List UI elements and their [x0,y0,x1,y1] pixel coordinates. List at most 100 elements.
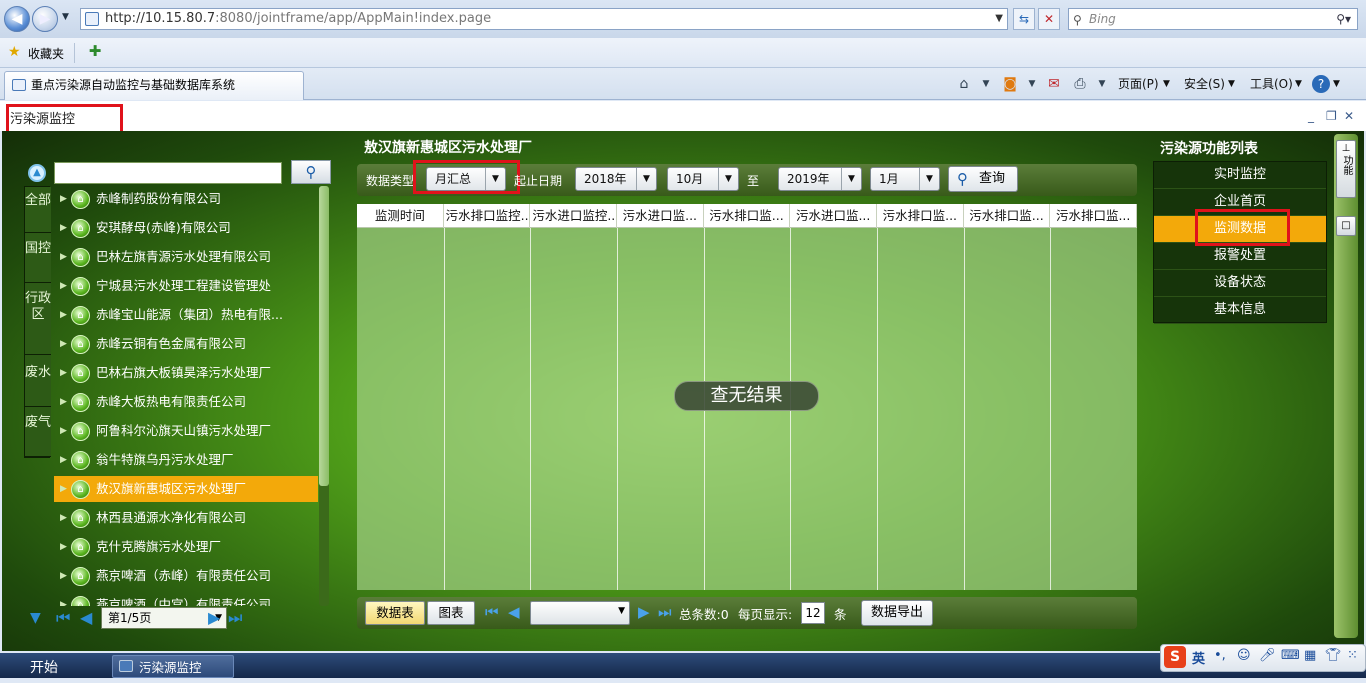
grid-page-select[interactable]: ▼ [530,601,630,625]
column-header[interactable]: 污水排口监... [1050,204,1137,228]
company-item[interactable]: ▶ ⌂ 敖汉旗新惠城区污水处理厂 [54,476,318,502]
expand-arrow-icon[interactable]: ▶ [60,505,67,531]
end-month-select[interactable]: 1月 ▼ [870,167,940,191]
expand-arrow-icon[interactable]: ▶ [60,476,67,502]
company-item[interactable]: ▶ ⌂ 赤峰制药股份有限公司 [54,186,318,212]
tree-search-input[interactable] [54,162,282,184]
function-item[interactable]: 实时监控 [1154,162,1326,189]
category-wastewater[interactable]: 废水 [25,355,51,407]
keyboard-icon[interactable]: ⌨ [1281,648,1300,663]
first-page-icon[interactable]: ⏮ [485,603,499,621]
address-field[interactable]: http://10.15.80.7:8080/jointframe/app/Ap… [80,8,1008,30]
category-all[interactable]: 全部 [25,187,51,233]
export-button[interactable]: 数据导出 [861,600,933,626]
help-icon[interactable]: ? [1312,75,1330,93]
feeds-dropdown-icon[interactable]: ▼ [1022,74,1042,94]
expand-arrow-icon[interactable]: ▶ [60,273,67,299]
history-dropdown-icon[interactable]: ▼ [62,12,69,22]
column-header[interactable]: 污水进口监控... [530,204,617,228]
expand-arrow-icon[interactable]: ▶ [60,534,67,560]
expand-arrow-icon[interactable]: ▶ [60,389,67,415]
company-item[interactable]: ▶ ⌂ 克什克腾旗污水处理厂 [54,534,318,560]
company-item[interactable]: ▶ ⌂ 燕京啤酒（中宫）有限责任公司 [54,592,318,606]
print-dropdown-icon[interactable]: ▼ [1092,74,1112,94]
category-exhaust[interactable]: 废气 [25,407,51,457]
refresh-icon[interactable]: ⇆ [1013,8,1035,30]
per-page-input[interactable]: 12 [801,602,825,624]
search-icon[interactable]: ⚲▾ [1336,9,1351,29]
prev-page-icon[interactable]: ◀ [508,603,520,621]
add-favorite-icon[interactable]: ✚ [84,42,106,62]
function-pin-button[interactable]: ⊥ 功能 [1336,140,1356,198]
function-item[interactable]: 设备状态 [1154,270,1326,297]
expand-arrow-icon[interactable]: ▶ [60,302,67,328]
column-header[interactable]: 污水排口监... [704,204,791,228]
page-menu[interactable]: 页面(P) [1118,73,1159,95]
tree-scroll-thumb[interactable] [319,186,329,486]
feeds-icon[interactable]: ◙ [1000,74,1020,94]
column-header[interactable]: 污水进口监... [617,204,704,228]
company-item[interactable]: ▶ ⌂ 巴林左旗青源污水处理有限公司 [54,244,318,270]
start-month-select[interactable]: 10月 ▼ [667,167,739,191]
help-dropdown-icon[interactable]: ▼ [1333,73,1340,95]
minimize-icon[interactable]: _ [1308,109,1314,123]
voice-icon[interactable]: 🎤︎ [1259,648,1276,663]
tab-chart[interactable]: 图表 [427,601,475,625]
panel-toggle-button[interactable]: □ [1336,216,1356,236]
column-header[interactable]: 污水排口监... [964,204,1051,228]
company-item[interactable]: ▶ ⌂ 燕京啤酒（赤峰）有限责任公司 [54,563,318,589]
company-item[interactable]: ▶ ⌂ 林西县通源水净化有限公司 [54,505,318,531]
expand-arrow-icon[interactable]: ▶ [60,563,67,589]
skin-icon[interactable]: 👕︎ [1325,648,1342,663]
safety-menu-dropdown-icon[interactable]: ▼ [1228,73,1235,95]
expand-arrow-icon[interactable]: ▶ [60,186,67,212]
close-icon[interactable]: ✕ [1344,109,1354,123]
address-dropdown-icon[interactable]: ▼ [995,9,1003,29]
emoji-icon[interactable]: ☺ [1237,648,1251,663]
expand-arrow-icon[interactable]: ▶ [60,592,67,606]
tree-search-button[interactable]: ⚲ [291,160,331,184]
expand-arrow-icon[interactable]: ▶ [60,418,67,444]
first-page-icon[interactable]: ⏮ [56,608,70,628]
tools-menu-dropdown-icon[interactable]: ▼ [1295,73,1302,95]
favorites-star-icon[interactable]: ★ [8,44,21,60]
function-item[interactable]: 报警处置 [1154,243,1326,270]
grid-icon[interactable]: ⁙ [1347,648,1358,663]
favorites-button[interactable]: 收藏夹 [28,45,64,62]
column-header[interactable]: 污水进口监... [790,204,877,228]
restore-icon[interactable]: ❐ [1326,109,1337,123]
next-page-icon[interactable]: ▶ [638,603,650,621]
home-icon[interactable]: ⌂ [954,74,974,94]
expand-arrow-icon[interactable]: ▶ [60,215,67,241]
company-item[interactable]: ▶ ⌂ 阿鲁科尔沁旗天山镇污水处理厂 [54,418,318,444]
tools-menu[interactable]: 工具(O) [1250,73,1293,95]
company-item[interactable]: ▶ ⌂ 赤峰大板热电有限责任公司 [54,389,318,415]
taskbar-item-app[interactable]: 污染源监控 [112,655,234,678]
category-region[interactable]: 行政区 [25,283,51,355]
last-page-icon[interactable]: ⏭ [228,608,242,628]
category-national[interactable]: 国控 [25,233,51,283]
function-item[interactable]: 基本信息 [1154,297,1326,324]
forward-button[interactable]: ▶ [32,6,58,32]
punctuation-icon[interactable]: •, [1214,648,1226,663]
tree-scrollbar[interactable] [319,186,329,606]
company-item[interactable]: ▶ ⌂ 翁牛特旗乌丹污水处理厂 [54,447,318,473]
browser-tab[interactable]: 重点污染源自动监控与基础数据库系统 [4,71,304,100]
end-year-select[interactable]: 2019年 ▼ [778,167,862,191]
safety-menu[interactable]: 安全(S) [1184,73,1225,95]
prev-page-icon[interactable]: ◀ [80,608,92,627]
column-header[interactable]: 监测时间 [357,204,444,228]
start-year-select[interactable]: 2018年 ▼ [575,167,657,191]
query-button[interactable]: ⚲ 查询 [948,166,1018,192]
collapse-down-icon[interactable]: ▼ [30,610,41,626]
company-item[interactable]: ▶ ⌂ 安琪酵母(赤峰)有限公司 [54,215,318,241]
toolbox-icon[interactable]: ▦ [1304,648,1316,663]
expand-arrow-icon[interactable]: ▶ [60,331,67,357]
next-page-icon[interactable]: ▶ [208,608,220,627]
expand-arrow-icon[interactable]: ▶ [60,244,67,270]
company-item[interactable]: ▶ ⌂ 宁城县污水处理工程建设管理处 [54,273,318,299]
company-item[interactable]: ▶ ⌂ 赤峰云铜有色金属有限公司 [54,331,318,357]
sogou-icon[interactable]: S [1164,646,1186,668]
tab-data-table[interactable]: 数据表 [365,601,425,625]
column-header[interactable]: 污水排口监... [877,204,964,228]
